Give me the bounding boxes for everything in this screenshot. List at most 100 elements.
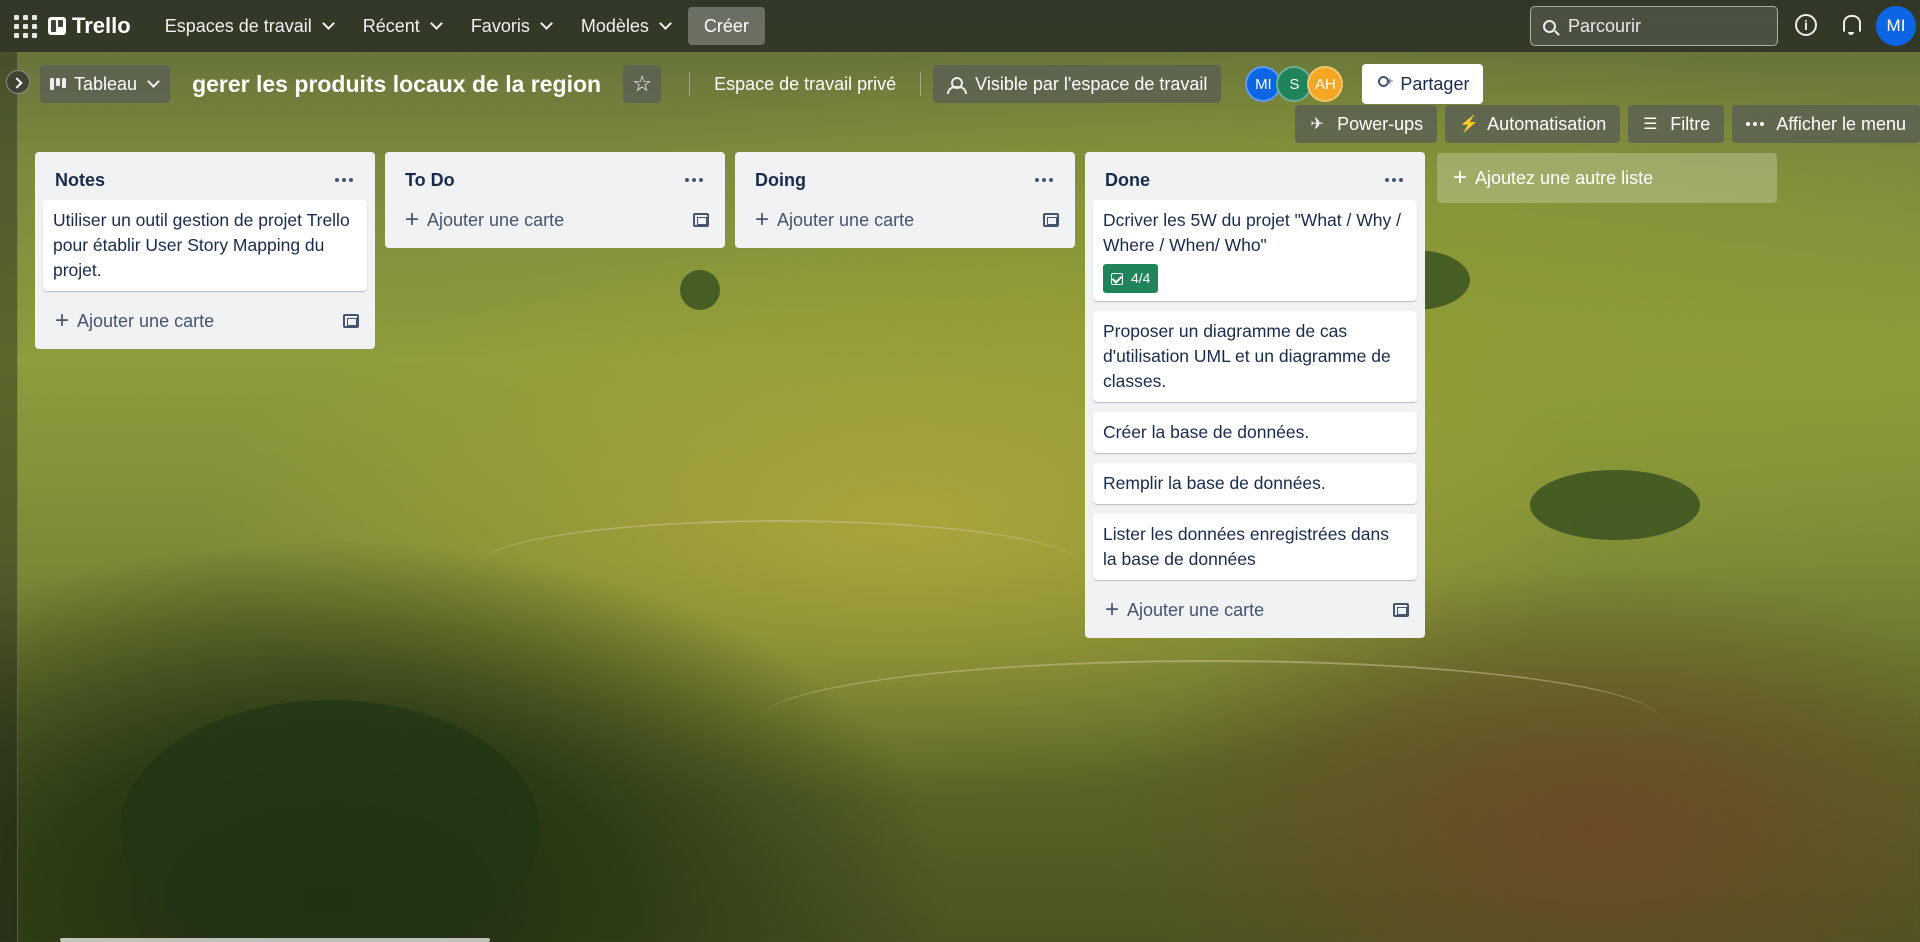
list-title[interactable]: Done bbox=[1105, 170, 1150, 191]
card[interactable]: Remplir la base de données. bbox=[1093, 463, 1417, 504]
card[interactable]: Dcriver les 5W du projet "What / Why / W… bbox=[1093, 200, 1417, 301]
nav-favorites-label: Favoris bbox=[470, 15, 530, 36]
filter-icon: ☰ bbox=[1643, 116, 1658, 133]
user-avatar[interactable]: MI bbox=[1876, 6, 1916, 46]
checklist-badge: 4/4 bbox=[1103, 264, 1159, 293]
visibility-button[interactable]: Visible par l'espace de travail bbox=[933, 65, 1222, 103]
view-label: Tableau bbox=[74, 73, 138, 94]
background-tree bbox=[1530, 470, 1700, 540]
list-header: To Do bbox=[393, 160, 717, 200]
chevron-down-icon bbox=[429, 17, 443, 30]
chevron-down-icon bbox=[147, 75, 160, 88]
star-icon[interactable]: ☆ bbox=[623, 65, 662, 103]
powerups-label: Power-ups bbox=[1337, 113, 1424, 134]
list-doing: Doing + Ajouter une carte bbox=[735, 152, 1075, 248]
add-card-button[interactable]: + Ajouter une carte bbox=[43, 301, 367, 341]
add-card-label: Ajouter une carte bbox=[1127, 599, 1265, 620]
horizontal-scrollbar[interactable] bbox=[60, 938, 490, 942]
background-forest bbox=[120, 700, 540, 942]
plus-icon: + bbox=[755, 206, 770, 233]
add-card-button[interactable]: + Ajouter une carte bbox=[743, 200, 1067, 240]
filter-label: Filtre bbox=[1670, 113, 1711, 134]
nav-recent[interactable]: Récent bbox=[351, 8, 453, 44]
card-template-icon[interactable] bbox=[1393, 603, 1409, 617]
info-icon[interactable]: i bbox=[1795, 14, 1817, 36]
divider bbox=[920, 72, 922, 96]
chevron-down-icon bbox=[321, 17, 335, 30]
add-card-label: Ajouter une carte bbox=[777, 209, 915, 230]
automation-button[interactable]: ⚡ Automatisation bbox=[1445, 105, 1621, 143]
card-template-icon[interactable] bbox=[343, 314, 359, 328]
trello-logo[interactable]: Trello bbox=[48, 13, 131, 39]
list-header: Notes bbox=[43, 160, 367, 200]
list-header: Done bbox=[1093, 160, 1417, 200]
add-card-label: Ajouter une carte bbox=[77, 310, 215, 331]
list-header: Doing bbox=[743, 160, 1067, 200]
powerups-button[interactable]: ✈ Power-ups bbox=[1295, 105, 1438, 143]
nav-recent-label: Récent bbox=[362, 15, 420, 36]
list-menu-icon[interactable] bbox=[1031, 170, 1057, 190]
list-menu-icon[interactable] bbox=[331, 170, 357, 190]
nav-templates[interactable]: Modèles bbox=[569, 8, 682, 44]
background-road bbox=[760, 660, 1660, 780]
share-label: Partager bbox=[1400, 73, 1470, 94]
list-menu-icon[interactable] bbox=[681, 170, 707, 190]
add-card-left: + Ajouter une carte bbox=[1105, 598, 1264, 622]
card[interactable]: Créer la base de données. bbox=[1093, 412, 1417, 453]
list-menu-icon[interactable] bbox=[1381, 170, 1407, 190]
nav-templates-label: Modèles bbox=[580, 15, 649, 36]
list-title[interactable]: Notes bbox=[55, 170, 105, 191]
automation-label: Automatisation bbox=[1487, 113, 1607, 134]
card[interactable]: Lister les données enregistrées dans la … bbox=[1093, 514, 1417, 580]
add-card-button[interactable]: + Ajouter une carte bbox=[1093, 590, 1417, 630]
card-template-icon[interactable] bbox=[1043, 213, 1059, 227]
app-switcher-icon[interactable] bbox=[10, 11, 40, 41]
member-avatar[interactable]: AH bbox=[1307, 66, 1344, 102]
search-input[interactable]: Parcourir bbox=[1530, 6, 1778, 46]
filter-button[interactable]: ☰ Filtre bbox=[1628, 105, 1725, 143]
list-title[interactable]: Doing bbox=[755, 170, 806, 191]
list-title[interactable]: To Do bbox=[405, 170, 455, 191]
nav-workspaces[interactable]: Espaces de travail bbox=[153, 8, 345, 44]
expand-sidebar-icon[interactable] bbox=[6, 70, 30, 94]
list-todo: To Do + Ajouter une carte bbox=[385, 152, 725, 248]
chevron-down-icon bbox=[539, 17, 553, 30]
show-menu-button[interactable]: Afficher le menu bbox=[1732, 105, 1920, 143]
list-done: Done Dcriver les 5W du projet "What / Wh… bbox=[1085, 152, 1425, 638]
trello-logo-icon bbox=[48, 17, 66, 35]
share-button[interactable]: Partager bbox=[1362, 64, 1484, 104]
nav-workspaces-label: Espaces de travail bbox=[164, 15, 312, 36]
nav-favorites[interactable]: Favoris bbox=[459, 8, 563, 44]
add-list-label: Ajoutez une autre liste bbox=[1475, 167, 1654, 188]
workspace-button[interactable]: Espace de travail privé bbox=[702, 65, 908, 103]
card[interactable]: Proposer un diagramme de cas d'utilisati… bbox=[1093, 311, 1417, 402]
chevron-down-icon bbox=[659, 17, 672, 30]
board-toolbar: ✈ Power-ups ⚡ Automatisation ☰ Filtre Af… bbox=[1287, 104, 1920, 144]
board-header: Tableau gerer les produits locaux de la … bbox=[40, 64, 1484, 104]
create-button[interactable]: Créer bbox=[687, 7, 765, 45]
more-dots-icon bbox=[1746, 122, 1765, 126]
card-text: Dcriver les 5W du projet "What / Why / W… bbox=[1103, 210, 1401, 255]
search-icon bbox=[1543, 19, 1556, 33]
notification-bell-icon[interactable] bbox=[1840, 13, 1862, 37]
logo-text: Trello bbox=[72, 13, 131, 38]
board-view-icon bbox=[50, 78, 66, 90]
view-switcher-button[interactable]: Tableau bbox=[40, 65, 171, 103]
background-road bbox=[480, 520, 1080, 610]
add-card-button[interactable]: + Ajouter une carte bbox=[393, 200, 717, 240]
divider bbox=[689, 72, 691, 96]
card-template-icon[interactable] bbox=[693, 213, 709, 227]
card[interactable]: Utiliser un outil gestion de projet Trel… bbox=[43, 200, 367, 291]
board-title[interactable]: gerer les produits locaux de la region bbox=[192, 71, 601, 98]
add-user-icon bbox=[1376, 74, 1393, 92]
show-menu-label: Afficher le menu bbox=[1776, 113, 1906, 134]
add-card-label: Ajouter une carte bbox=[427, 209, 565, 230]
plus-icon: + bbox=[405, 206, 420, 233]
search-placeholder: Parcourir bbox=[1568, 15, 1642, 36]
checklist-icon bbox=[1111, 272, 1123, 285]
add-card-left: + Ajouter une carte bbox=[755, 208, 914, 232]
rocket-icon: ✈ bbox=[1310, 116, 1324, 133]
checklist-count: 4/4 bbox=[1131, 270, 1151, 286]
add-list-button[interactable]: + Ajoutez une autre liste bbox=[1437, 153, 1777, 203]
sidebar-collapsed bbox=[0, 52, 18, 942]
